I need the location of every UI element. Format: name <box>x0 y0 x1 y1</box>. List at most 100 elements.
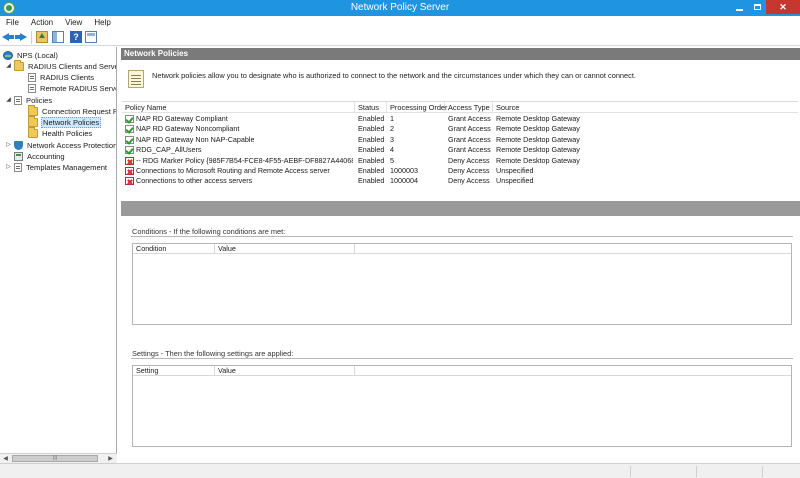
settings-divider <box>131 358 793 359</box>
policy-name: RDG_CAP_AllUsers <box>136 145 202 155</box>
maximize-button[interactable] <box>748 0 766 14</box>
tree-horizontal-scrollbar[interactable]: ◀ ||| ▶ <box>0 453 117 463</box>
column-header-condition[interactable]: Condition <box>133 244 215 254</box>
column-header-processing-order[interactable]: Processing Order <box>387 102 448 113</box>
shield-icon <box>14 141 23 150</box>
table-row[interactable]: Connections to other access servers Enabl… <box>122 176 798 186</box>
back-arrow-icon[interactable] <box>2 31 14 43</box>
settings-label: Settings - Then the following settings a… <box>132 349 294 358</box>
menu-file[interactable]: File <box>0 16 25 29</box>
table-row[interactable]: RDG_CAP_AllUsers Enabled 4 Grant Access Remo… <box>122 145 798 155</box>
table-header: Policy Name Status Processing Order Acce… <box>122 102 798 113</box>
column-header-value[interactable]: Value <box>215 244 355 254</box>
tree-item-accounting[interactable]: Accounting <box>14 151 66 162</box>
console-tree: NPS (Local) ◢ RADIUS Clients and Servers… <box>0 47 117 463</box>
close-button[interactable]: ✕ <box>766 0 800 14</box>
details-pane: Network Policies Network policies allow … <box>121 47 800 463</box>
minimize-button[interactable] <box>730 0 748 14</box>
window-controls: ✕ <box>730 0 800 15</box>
remote-radius-icon <box>28 84 36 93</box>
conditions-header: Condition Value <box>133 244 791 254</box>
expand-icon[interactable]: ▷ <box>5 142 12 149</box>
collapse-icon[interactable]: ◢ <box>5 97 12 104</box>
policy-name-cell: NAP RD Gateway Compliant <box>125 114 353 124</box>
tree-item-radius-clients[interactable]: RADIUS Clients <box>28 72 95 83</box>
folder-icon <box>28 105 38 116</box>
deny-policy-icon <box>125 167 134 175</box>
policy-name: NAP RD Gateway Compliant <box>136 114 228 123</box>
tree-item-network-access-protection[interactable]: Network Access Protection <box>14 140 116 151</box>
conditions-table: Condition Value <box>132 243 792 325</box>
table-row[interactable]: NAP RD Gateway Non NAP-Capable Enabled 3 Gr… <box>122 135 798 145</box>
window-title: Network Policy Server <box>350 2 450 13</box>
policy-status: Enabled <box>358 114 385 123</box>
radius-clients-icon <box>28 73 36 82</box>
processing-order: 1000004 <box>390 176 418 186</box>
policy-source: Remote Desktop Gateway <box>496 145 580 155</box>
scroll-left-icon[interactable]: ◀ <box>1 455 10 463</box>
column-header-setting[interactable]: Setting <box>133 366 215 376</box>
policies-table: Policy Name Status Processing Order Acce… <box>122 101 798 194</box>
policy-name: Connections to other access servers <box>136 176 253 186</box>
minimize-icon <box>735 8 743 11</box>
processing-order: 2 <box>390 124 394 134</box>
table-row[interactable]: Connections to Microsoft Routing and Rem… <box>122 166 798 176</box>
access-type: Grant Access <box>448 114 491 123</box>
up-one-level-icon[interactable] <box>36 31 48 43</box>
note-icon <box>128 70 144 88</box>
restore-icon <box>753 4 761 10</box>
scrollbar-thumb[interactable]: ||| <box>12 455 98 462</box>
policy-status: Enabled <box>358 124 385 134</box>
policy-status: Enabled <box>358 134 385 144</box>
expand-icon[interactable]: ▷ <box>5 164 12 171</box>
tree-item-radius-clients-servers[interactable]: RADIUS Clients and Servers <box>14 60 116 72</box>
policy-source: Remote Desktop Gateway <box>496 124 580 134</box>
tree-item-remote-radius-server[interactable]: Remote RADIUS Server <box>28 83 116 94</box>
policy-status: Enabled <box>358 176 385 186</box>
policy-name: -- RDG Marker Policy {985F7B54-FCE8-4F55… <box>136 155 353 165</box>
table-row[interactable]: NAP RD Gateway Noncompliant Enabled 2 Grant… <box>122 124 798 134</box>
deny-policy-icon <box>125 177 134 186</box>
access-type: Grant Access <box>448 124 491 134</box>
pane-splitter[interactable] <box>121 201 800 216</box>
folder-icon <box>14 60 24 71</box>
policy-name-cell: Connections to Microsoft Routing and Rem… <box>125 166 353 176</box>
policies-icon <box>14 96 22 105</box>
table-row[interactable]: -- RDG Marker Policy {985F7B54-FCE8-4F55… <box>122 156 798 166</box>
tree-item-network-policies[interactable]: Network Policies <box>28 116 102 128</box>
tree-item-connection-request-policies[interactable]: Connection Request Po <box>28 105 116 117</box>
column-header-access-type[interactable]: Access Type <box>445 102 493 113</box>
settings-table: Setting Value <box>132 365 792 447</box>
processing-order: 1000003 <box>390 166 418 175</box>
column-header-source[interactable]: Source <box>493 102 798 113</box>
help-icon[interactable]: ? <box>70 31 82 43</box>
conditions-label: Conditions - If the following conditions… <box>132 227 286 236</box>
collapse-icon[interactable]: ◢ <box>5 63 12 70</box>
policy-name-cell: RDG_CAP_AllUsers <box>125 145 353 155</box>
show-hide-action-pane-icon[interactable] <box>85 31 97 43</box>
table-row[interactable]: NAP RD Gateway Compliant Enabled 1 Grant Ac… <box>122 114 798 124</box>
accounting-icon <box>14 152 23 161</box>
column-header-status[interactable]: Status <box>355 102 387 113</box>
menu-action[interactable]: Action <box>25 16 59 29</box>
status-segment <box>696 466 697 477</box>
forward-arrow-icon[interactable] <box>15 31 27 43</box>
policy-name-cell: -- RDG Marker Policy {985F7B54-FCE8-4F55… <box>125 156 353 166</box>
menu-view[interactable]: View <box>59 16 88 29</box>
show-hide-console-tree-icon[interactable] <box>52 31 64 43</box>
access-type: Deny Access <box>448 155 490 165</box>
column-header-policy-name[interactable]: Policy Name <box>122 102 355 113</box>
policy-source: Unspecified <box>496 166 534 175</box>
column-header-value[interactable]: Value <box>215 366 355 376</box>
policy-status: Enabled <box>358 145 385 155</box>
settings-header: Setting Value <box>133 366 791 376</box>
deny-policy-icon <box>125 156 134 165</box>
tree-item-templates-management[interactable]: Templates Management <box>14 162 108 173</box>
processing-order: 5 <box>390 155 394 165</box>
tree-item-nps-local[interactable]: NPS (Local) <box>3 50 59 61</box>
tree-item-health-policies[interactable]: Health Policies <box>28 127 93 139</box>
toolbar-separator <box>31 31 32 44</box>
pane-header: Network Policies <box>121 48 800 60</box>
scroll-right-icon[interactable]: ▶ <box>106 455 115 463</box>
menu-help[interactable]: Help <box>88 16 116 29</box>
